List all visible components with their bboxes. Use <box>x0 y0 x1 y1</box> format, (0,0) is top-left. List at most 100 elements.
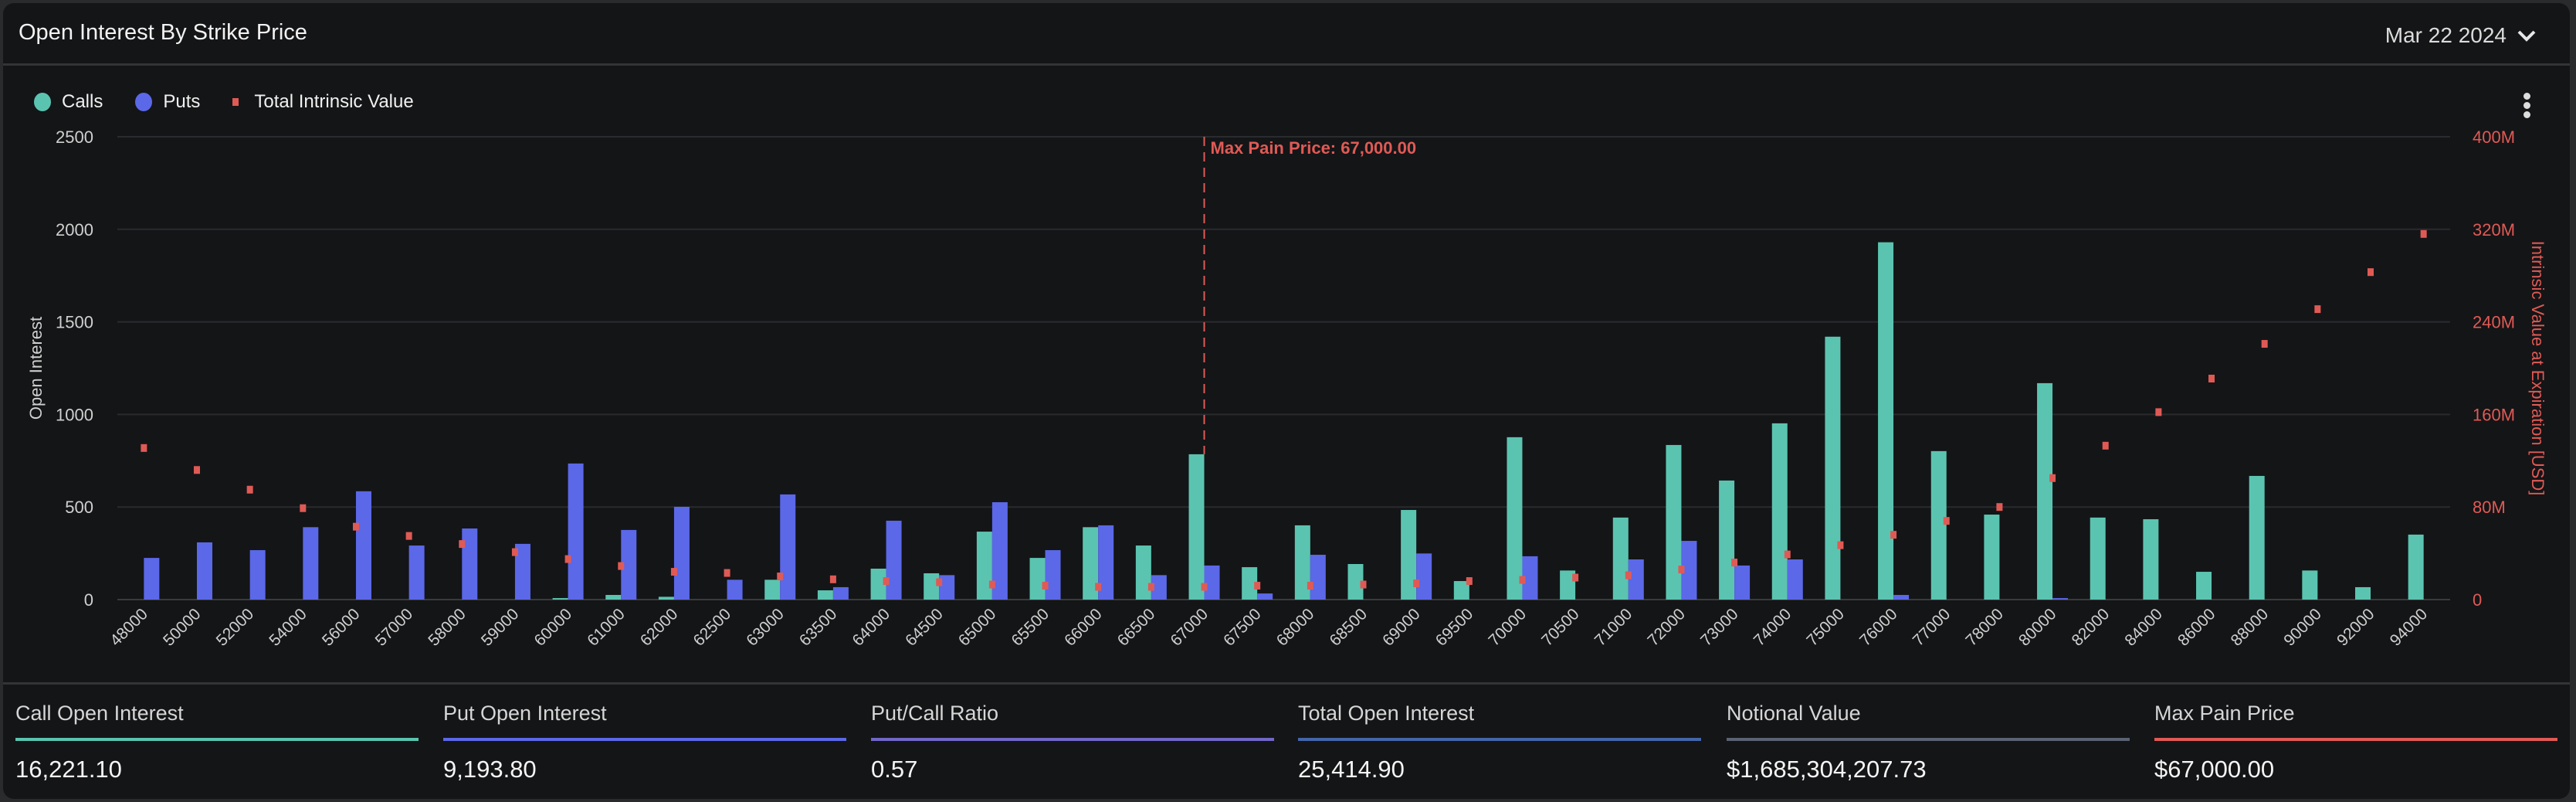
call-bar <box>2302 570 2318 600</box>
x-tick-label: 78000 <box>1962 605 2007 650</box>
y2-axis-title: Intrinsic Value at Expiration [USD] <box>2528 241 2547 496</box>
intrinsic-point <box>618 562 625 570</box>
x-tick-label: 94000 <box>2387 605 2432 650</box>
intrinsic-point <box>141 443 147 452</box>
call-bar <box>764 579 781 600</box>
put-bar <box>886 520 902 600</box>
intrinsic-point <box>2155 408 2162 416</box>
x-tick-label: 64000 <box>849 605 894 650</box>
intrinsic-point <box>2208 374 2215 382</box>
intrinsic-point <box>2102 441 2109 450</box>
call-bar <box>1825 336 1841 600</box>
x-tick-label: 63000 <box>743 605 788 650</box>
intrinsic-point <box>670 568 677 576</box>
intrinsic-point <box>1890 531 1897 539</box>
x-tick-label: 61000 <box>584 605 629 650</box>
stat-label: Max Pain Price <box>2154 702 2295 725</box>
call-bar <box>1188 454 1205 600</box>
call-bar <box>1771 423 1788 600</box>
intrinsic-point <box>2049 474 2056 482</box>
stats-footer: Call Open Interest 16,221.10 Put Open Inte… <box>3 682 2570 799</box>
x-tick-label: 56000 <box>319 605 364 650</box>
y-tick-label: 1500 <box>56 313 93 332</box>
put-bar <box>832 586 849 600</box>
stat-value: 25,414.90 <box>1298 756 1405 783</box>
put-bar <box>727 579 743 600</box>
put-bar <box>1893 595 1910 600</box>
put-bar <box>249 550 266 600</box>
y-tick-label: 500 <box>65 498 93 517</box>
stat-label: Notional Value <box>1727 702 1861 725</box>
call-bar <box>976 532 992 600</box>
intrinsic-point <box>1731 559 1738 567</box>
put-bar <box>780 494 796 600</box>
x-tick-label: 69000 <box>1379 605 1424 650</box>
stat-value: 9,193.80 <box>443 756 537 783</box>
intrinsic-point <box>936 578 943 586</box>
stat-color-bar <box>1727 738 2130 741</box>
call-bar <box>2037 382 2053 600</box>
call-bar <box>2355 586 2371 600</box>
intrinsic-point <box>193 466 200 474</box>
intrinsic-point <box>1095 583 1102 591</box>
intrinsic-point <box>1996 503 2003 511</box>
x-tick-label: 74000 <box>1751 605 1795 650</box>
intrinsic-point <box>777 573 784 581</box>
stat-value: $67,000.00 <box>2154 756 2275 783</box>
stat-value: 0.57 <box>871 756 918 783</box>
x-tick-label: 70500 <box>1538 605 1583 650</box>
x-tick-label: 67500 <box>1220 605 1265 650</box>
intrinsic-point <box>1466 577 1473 586</box>
y-tick-label: 2000 <box>56 220 93 240</box>
call-bar <box>924 573 940 600</box>
intrinsic-point <box>352 522 359 531</box>
call-bar <box>658 596 674 600</box>
intrinsic-point <box>246 485 253 494</box>
intrinsic-point <box>1572 573 1579 582</box>
put-bar <box>408 545 425 600</box>
put-bar <box>2052 598 2069 600</box>
intrinsic-point <box>459 540 466 549</box>
y2-tick-label: 160M <box>2473 405 2515 424</box>
x-tick-label: 62000 <box>637 605 682 650</box>
y-axis-title: Open Interest <box>26 317 46 420</box>
y2-tick-label: 240M <box>2473 313 2515 332</box>
put-bar <box>303 527 319 600</box>
put-bar <box>196 542 212 600</box>
intrinsic-point <box>511 548 518 556</box>
call-bar <box>1666 444 1682 600</box>
x-tick-label: 80000 <box>2015 605 2060 650</box>
y-tick-label: 2500 <box>56 127 93 147</box>
stat-color-bar <box>871 738 1274 741</box>
call-bar <box>2249 475 2265 600</box>
call-bar <box>2196 572 2212 600</box>
x-tick-label: 82000 <box>2069 605 2113 650</box>
x-tick-label: 72000 <box>1644 605 1689 650</box>
intrinsic-point <box>1307 582 1313 590</box>
y2-tick-label: 320M <box>2473 220 2515 240</box>
intrinsic-point <box>988 580 995 589</box>
intrinsic-point <box>883 577 890 586</box>
put-bar <box>568 463 584 600</box>
stat-label: Total Open Interest <box>1298 702 1475 725</box>
x-tick-label: 58000 <box>425 605 469 650</box>
x-tick-label: 66000 <box>1061 605 1106 650</box>
x-tick-label: 88000 <box>2228 605 2273 650</box>
x-tick-label: 50000 <box>160 605 205 650</box>
intrinsic-point <box>1413 579 1420 588</box>
intrinsic-point <box>724 569 730 577</box>
x-tick-label: 65000 <box>955 605 1000 650</box>
x-tick-label: 59000 <box>478 605 523 650</box>
y2-tick-label: 400M <box>2473 127 2515 147</box>
intrinsic-point <box>2420 229 2427 238</box>
put-bar <box>673 506 690 600</box>
intrinsic-point <box>2314 305 2321 314</box>
intrinsic-point <box>2368 268 2374 277</box>
x-tick-label: 76000 <box>1856 605 1901 650</box>
put-bar <box>355 491 371 600</box>
intrinsic-point <box>405 532 412 540</box>
x-tick-label: 75000 <box>1803 605 1848 650</box>
call-bar <box>1719 480 1735 600</box>
x-tick-label: 86000 <box>2174 605 2219 650</box>
y2-tick-label: 0 <box>2473 590 2482 610</box>
